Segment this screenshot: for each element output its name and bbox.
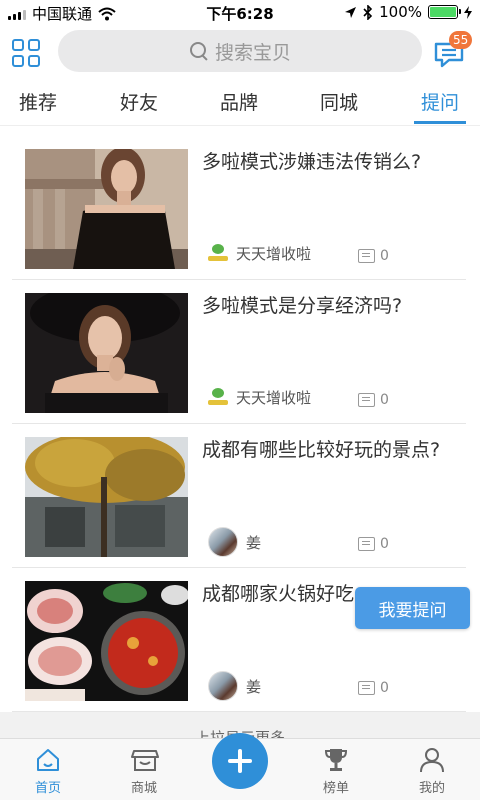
active-tab-indicator bbox=[414, 121, 466, 124]
question-title[interactable]: 多啦模式是分享经济吗? bbox=[202, 292, 442, 320]
question-thumbnail bbox=[25, 581, 188, 701]
shop-icon bbox=[131, 747, 159, 773]
tab-brands[interactable]: 品牌 bbox=[220, 88, 258, 115]
nav-label: 榜单 bbox=[322, 781, 349, 796]
plus-icon[interactable] bbox=[212, 733, 268, 789]
bottom-nav: 首页 商城 榜单 我的 bbox=[0, 733, 480, 800]
comment-icon bbox=[358, 681, 375, 695]
comment-icon bbox=[358, 393, 375, 407]
nav-item-ranking[interactable]: 榜单 bbox=[301, 747, 371, 796]
nav-label: 首页 bbox=[34, 781, 61, 796]
charging-icon bbox=[464, 5, 472, 19]
question-author[interactable]: 天天增收啦 bbox=[208, 387, 311, 408]
person-icon bbox=[419, 747, 445, 773]
tab-questions[interactable]: 提问 bbox=[421, 88, 459, 115]
comment-icon bbox=[358, 249, 375, 263]
author-name: 天天增收啦 bbox=[236, 389, 312, 407]
nav-item-shop[interactable]: 商城 bbox=[109, 747, 179, 796]
comment-count[interactable]: 0 bbox=[358, 536, 389, 552]
question-thumbnail bbox=[25, 293, 188, 413]
comment-count[interactable]: 0 bbox=[358, 248, 389, 264]
category-tabs: 推荐 好友 品牌 同城 提问 bbox=[0, 80, 480, 126]
nav-item-home[interactable]: 首页 bbox=[13, 747, 83, 796]
avatar bbox=[208, 527, 238, 557]
home-icon bbox=[35, 747, 61, 773]
comment-count-value: 0 bbox=[380, 248, 389, 264]
comment-count[interactable]: 0 bbox=[358, 680, 389, 696]
bluetooth-icon bbox=[363, 4, 373, 20]
tab-local[interactable]: 同城 bbox=[320, 88, 358, 115]
list-item[interactable]: 多啦模式是分享经济吗? 天天增收啦 0 bbox=[12, 280, 466, 424]
header: 搜索宝贝 55 bbox=[0, 24, 480, 80]
question-author[interactable]: 天天增收啦 bbox=[208, 243, 311, 264]
message-count-badge: 55 bbox=[449, 31, 473, 49]
question-title[interactable]: 多啦模式涉嫌违法传销么? bbox=[202, 148, 442, 176]
author-name: 姜 bbox=[246, 533, 262, 552]
status-right: 100% bbox=[344, 3, 472, 21]
messages-button[interactable]: 55 bbox=[433, 31, 473, 69]
trophy-icon bbox=[323, 747, 349, 773]
search-input[interactable]: 搜索宝贝 bbox=[58, 30, 422, 72]
tab-friends[interactable]: 好友 bbox=[120, 88, 158, 115]
comment-count-value: 0 bbox=[380, 392, 389, 408]
comment-count-value: 0 bbox=[380, 680, 389, 696]
author-name: 姜 bbox=[246, 677, 262, 696]
question-thumbnail bbox=[25, 437, 188, 557]
status-bar: 中国联通 下午6:28 100% bbox=[0, 0, 480, 24]
battery-percent: 100% bbox=[379, 3, 422, 21]
list-item[interactable]: 成都有哪些比较好玩的景点? 姜 0 bbox=[12, 424, 466, 568]
comment-count-value: 0 bbox=[380, 536, 389, 552]
search-icon bbox=[189, 41, 209, 61]
comment-icon bbox=[358, 537, 375, 551]
avatar bbox=[208, 671, 238, 701]
brand-logo-icon bbox=[208, 387, 228, 408]
search-placeholder: 搜索宝贝 bbox=[214, 41, 291, 64]
comment-count[interactable]: 0 bbox=[358, 392, 389, 408]
tab-recommend[interactable]: 推荐 bbox=[19, 88, 57, 115]
category-grid-icon[interactable] bbox=[12, 39, 40, 67]
ask-question-button[interactable]: 我要提问 bbox=[355, 587, 470, 629]
battery-icon bbox=[428, 5, 461, 19]
nav-item-me[interactable]: 我的 bbox=[397, 747, 467, 796]
question-author[interactable]: 姜 bbox=[208, 671, 261, 701]
question-thumbnail bbox=[25, 149, 188, 269]
location-arrow-icon bbox=[345, 6, 357, 18]
nav-label: 我的 bbox=[418, 781, 445, 796]
brand-logo-icon bbox=[208, 243, 228, 264]
question-title[interactable]: 成都有哪些比较好玩的景点? bbox=[202, 436, 442, 464]
question-author[interactable]: 姜 bbox=[208, 527, 261, 557]
author-name: 天天增收啦 bbox=[236, 245, 312, 263]
nav-label: 商城 bbox=[130, 781, 157, 796]
list-item[interactable]: 多啦模式涉嫌违法传销么? 天天增收啦 0 bbox=[12, 136, 466, 280]
